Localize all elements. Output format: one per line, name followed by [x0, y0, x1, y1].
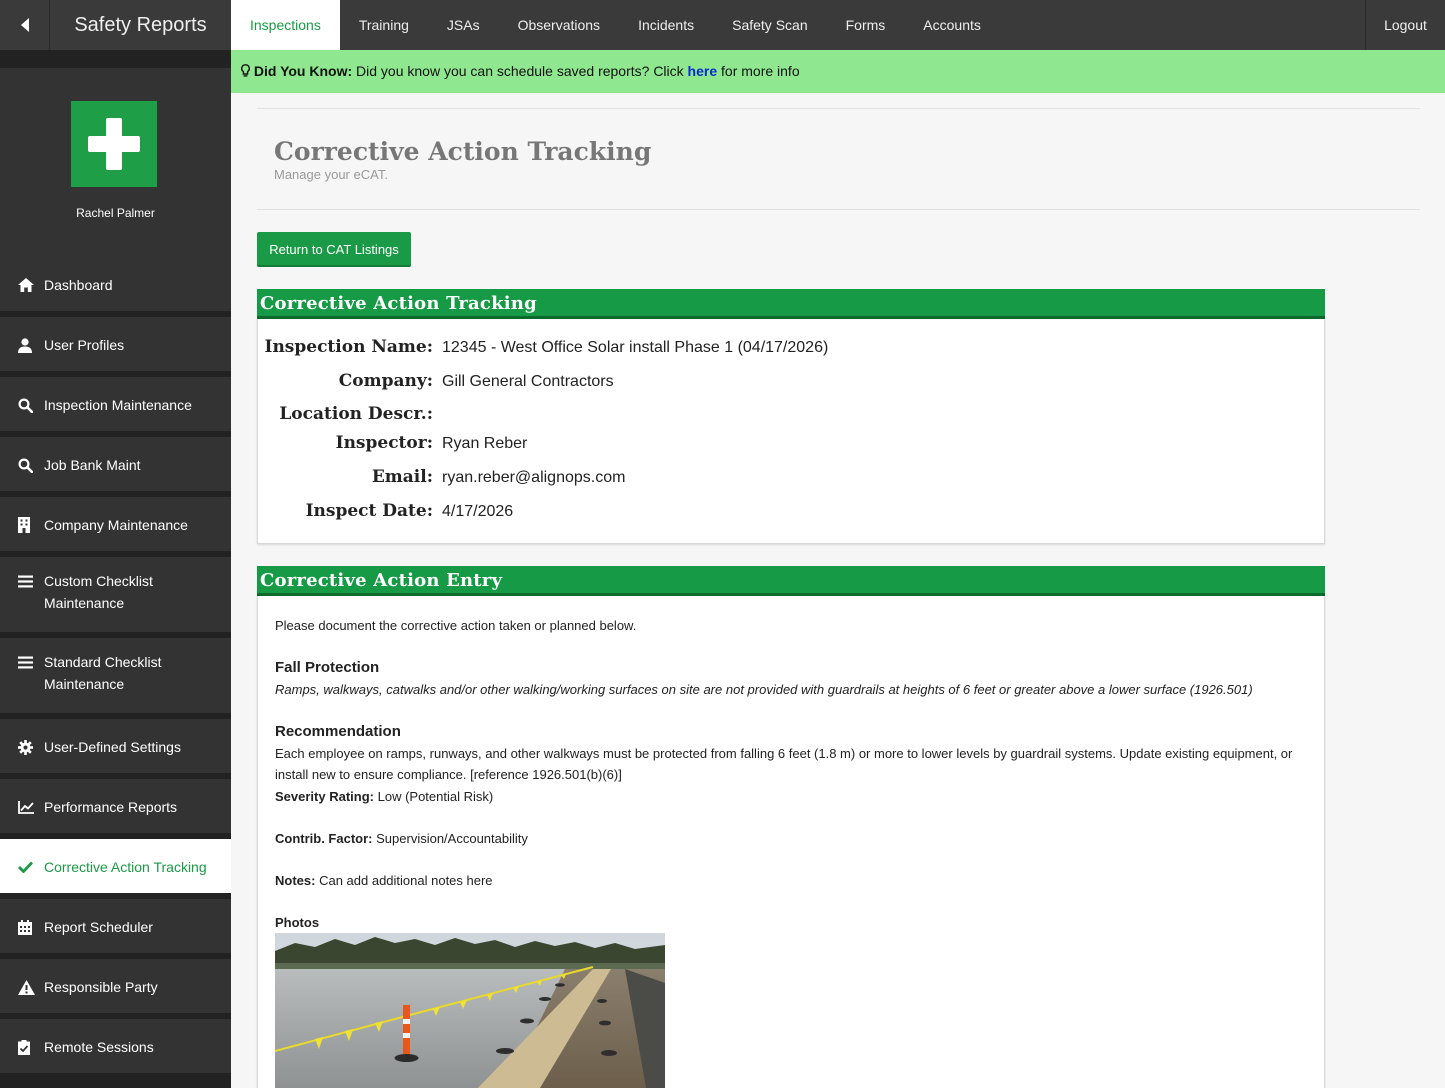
gear-icon [18, 736, 44, 758]
user-icon [18, 334, 44, 356]
tab-accounts[interactable]: Accounts [904, 0, 1000, 50]
corrective-action-entry-card: Please document the corrective action ta… [257, 596, 1325, 1088]
sidebar-item-inspection-maintenance[interactable]: Inspection Maintenance [0, 377, 231, 431]
caret-left-icon [20, 18, 29, 32]
brand-title[interactable]: Safety Reports [50, 0, 231, 50]
sidebar-item-dashboard[interactable]: Dashboard [0, 257, 231, 311]
divider [257, 209, 1420, 210]
sidebar-item-responsible-party[interactable]: Responsible Party [0, 959, 231, 1013]
sidebar-item-performance-reports[interactable]: Performance Reports [0, 779, 231, 833]
tab-forms[interactable]: Forms [827, 0, 905, 50]
search-icon [18, 454, 44, 476]
profile-panel: Rachel Palmer [0, 68, 231, 257]
first-aid-logo-icon [71, 101, 157, 187]
did-you-know-banner: Did You Know: Did you know you can sched… [231, 50, 1445, 93]
notes: Notes: Can add additional notes here [275, 873, 493, 888]
banner-tail: for more info [721, 63, 800, 79]
building-icon [18, 514, 44, 536]
sidebar-item-remote-sessions[interactable]: Remote Sessions [0, 1019, 231, 1073]
banner-here-link[interactable]: here [688, 63, 718, 79]
entry-section-heading: Corrective Action Entry [257, 566, 1325, 596]
info-row-location: Location Descr.: [279, 404, 433, 424]
info-row-inspector: Inspector: Ryan Reber [335, 433, 528, 453]
tab-jsas[interactable]: JSAs [428, 0, 499, 50]
list-icon [18, 651, 44, 673]
chart-icon [18, 796, 44, 818]
info-row-email: Email: ryan.reber@alignops.com [371, 467, 626, 487]
banner-lead: Did You Know: [253, 63, 353, 79]
logout-button[interactable]: Logout [1365, 0, 1445, 50]
list-icon [18, 570, 44, 592]
lightbulb-icon [241, 64, 250, 77]
recommendation-title: Recommendation [275, 723, 401, 740]
sidebar: Rachel Palmer Dashboard User Profiles In… [0, 50, 231, 1088]
entry-intro: Please document the corrective action ta… [275, 618, 637, 633]
info-row-company: Company: Gill General Contractors [338, 371, 614, 391]
page-title: Corrective Action Tracking [274, 137, 652, 166]
tab-safety-scan[interactable]: Safety Scan [713, 0, 827, 50]
contrib-factor: Contrib. Factor: Supervision/Accountabil… [275, 831, 528, 846]
inspection-photo[interactable] [275, 933, 665, 1088]
sidebar-item-user-defined-settings[interactable]: User-Defined Settings [0, 719, 231, 773]
search-icon [18, 394, 44, 416]
tracking-section-heading: Corrective Action Tracking [257, 289, 1325, 319]
sidebar-item-corrective-action-tracking[interactable]: Corrective Action Tracking [0, 839, 231, 893]
sidebar-item-company-maintenance[interactable]: Company Maintenance [0, 497, 231, 551]
calendar-icon [18, 916, 44, 938]
banner-text: Did you know you can schedule saved repo… [356, 63, 684, 79]
profile-name: Rachel Palmer [76, 206, 155, 220]
home-icon [18, 274, 44, 296]
item-title: Fall Protection [275, 659, 380, 676]
tab-inspections[interactable]: Inspections [231, 0, 340, 50]
recommendation-text: Each employee on ramps, runways, and oth… [275, 746, 1293, 782]
app-root: Safety Reports Inspections Training JSAs… [0, 0, 1445, 1088]
rooftop-photo-image [275, 933, 665, 1088]
top-navbar: Safety Reports Inspections Training JSAs… [0, 0, 1445, 50]
back-button[interactable] [0, 0, 50, 50]
sidebar-item-report-scheduler[interactable]: Report Scheduler [0, 899, 231, 953]
page-subtitle: Manage your eCAT. [274, 167, 388, 182]
sidebar-item-user-profiles[interactable]: User Profiles [0, 317, 231, 371]
check-icon [18, 856, 44, 878]
sidebar-item-standard-checklist-maintenance[interactable]: Standard Checklist Maintenance [0, 638, 231, 713]
tab-observations[interactable]: Observations [499, 0, 619, 50]
tab-incidents[interactable]: Incidents [619, 0, 713, 50]
divider [257, 108, 1420, 109]
sidebar-menu: Dashboard User Profiles Inspection Maint… [0, 257, 231, 1079]
tracking-info-card: Inspection Name: 12345 - West Office Sol… [257, 319, 1325, 544]
tab-training[interactable]: Training [340, 0, 428, 50]
info-row-inspection-name: Inspection Name: 12345 - West Office Sol… [264, 337, 829, 357]
main-tabs: Inspections Training JSAs Observations I… [231, 0, 1000, 50]
return-to-cat-listings-button[interactable]: Return to CAT Listings [257, 232, 411, 267]
info-row-inspect-date: Inspect Date: 4/17/2026 [305, 501, 514, 521]
photos-label: Photos [275, 915, 320, 930]
item-description: Ramps, walkways, catwalks and/or other w… [275, 682, 1253, 697]
severity-rating: Severity Rating: Low (Potential Risk) [275, 789, 494, 804]
clipboard-check-icon [18, 1036, 44, 1058]
sidebar-item-job-bank-maint[interactable]: Job Bank Maint [0, 437, 231, 491]
warning-icon [18, 976, 44, 998]
sidebar-item-custom-checklist-maintenance[interactable]: Custom Checklist Maintenance [0, 557, 231, 632]
